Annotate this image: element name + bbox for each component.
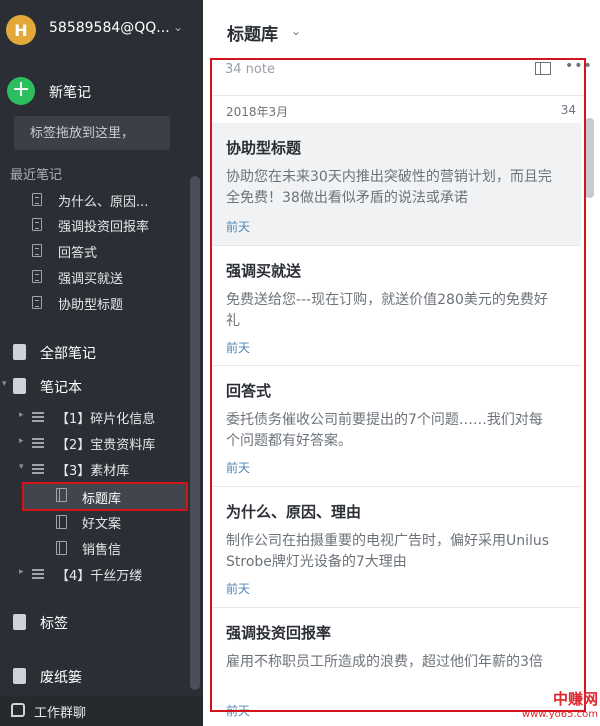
watermark-title: 中赚网 (552, 690, 598, 708)
notebook-label: 【4】千丝万缕 (56, 569, 143, 584)
notebook-label: 【3】素材库 (56, 464, 130, 479)
sidebar-item-trash[interactable]: 废纸篓 (0, 664, 188, 688)
stack-icon (32, 438, 44, 448)
sidebar-item-label: 废纸篓 (40, 670, 82, 686)
recent-item-label: 为什么、原因... (58, 195, 149, 210)
watermark-url: www.yo65.com (521, 709, 598, 720)
note-list-scrollbar[interactable] (585, 118, 594, 198)
chevron-right-icon[interactable]: ▸ (19, 567, 24, 577)
tag-icon (13, 614, 26, 630)
note-icon (32, 193, 42, 206)
work-chat-label: 工作群聊 (34, 706, 87, 721)
sidebar: H 58589584@QQ... ⌄ + 新笔记 标签拖放到这里， 最近笔记 为… (0, 0, 203, 726)
recent-item-label: 回答式 (58, 246, 98, 261)
recent-item[interactable]: 为什么、原因... (32, 191, 192, 211)
notebook-label: 【1】碎片化信息 (56, 412, 156, 427)
notebook-label: 好文案 (82, 517, 122, 532)
list-highlight-frame (210, 58, 586, 712)
sidebar-item-label: 标签 (40, 616, 68, 632)
stack-icon (32, 464, 44, 474)
note-icon (32, 270, 42, 283)
notebook-stack-2[interactable]: ▸ 【2】宝贵资料库 (0, 432, 188, 454)
recent-item[interactable]: 强调投资回报率 (32, 216, 192, 236)
note-icon (32, 218, 42, 231)
new-note-button[interactable]: + 新笔记 (0, 75, 203, 107)
account-name[interactable]: 58589584@QQ... (49, 20, 170, 36)
notebook-sales-letter[interactable]: 销售信 (0, 537, 188, 559)
watermark: 中赚网 www.yo65.com (518, 688, 598, 722)
chat-icon (11, 703, 25, 717)
sidebar-scrollbar[interactable] (190, 176, 200, 690)
new-note-label: 新笔记 (49, 85, 91, 101)
recent-item-label: 协助型标题 (58, 298, 124, 313)
notebook-label: 销售信 (82, 543, 122, 558)
sidebar-item-label: 全部笔记 (40, 346, 96, 362)
selection-highlight (22, 482, 188, 511)
notebook-icon (56, 515, 67, 529)
note-icon (32, 244, 42, 257)
notebook-label: 【2】宝贵资料库 (56, 438, 156, 453)
notebook-good-copy[interactable]: 好文案 (0, 511, 188, 533)
account-header[interactable]: H 58589584@QQ... ⌄ (0, 0, 203, 60)
recent-item[interactable]: 强调买就送 (32, 268, 192, 288)
avatar[interactable]: H (6, 15, 36, 45)
sidebar-item-all-notes[interactable]: 全部笔记 (0, 340, 188, 364)
note-icon (32, 296, 42, 309)
chevron-down-icon[interactable]: ⌄ (173, 20, 183, 34)
work-chat-button[interactable]: 工作群聊 (0, 696, 203, 726)
notebook-stack-1[interactable]: ▸ 【1】碎片化信息 (0, 406, 188, 428)
shortcuts-drop-hint: 标签拖放到这里， (14, 116, 170, 150)
recent-item-label: 强调投资回报率 (58, 220, 150, 235)
chevron-down-icon[interactable]: ▾ (19, 462, 24, 472)
sidebar-item-notebooks[interactable]: ▾ 笔记本 (0, 374, 188, 398)
chevron-right-icon[interactable]: ▸ (19, 410, 24, 420)
notebook-icon (13, 378, 26, 394)
trash-icon (13, 668, 26, 684)
recent-notes-label: 最近笔记 (10, 168, 63, 183)
chevron-right-icon[interactable]: ▸ (19, 436, 24, 446)
plus-icon: + (7, 77, 35, 105)
notes-icon (13, 344, 26, 360)
sidebar-item-tags[interactable]: 标签 (0, 610, 188, 634)
notebook-stack-3[interactable]: ▾ 【3】素材库 (0, 458, 188, 480)
stack-icon (32, 412, 44, 422)
notebook-stack-4[interactable]: ▸ 【4】千丝万缕 (0, 563, 188, 585)
chevron-down-icon[interactable]: ⌄ (291, 24, 301, 38)
recent-item[interactable]: 协助型标题 (32, 294, 192, 314)
chevron-down-icon[interactable]: ▾ (2, 379, 7, 389)
stack-icon (32, 569, 44, 579)
sidebar-item-label: 笔记本 (40, 380, 82, 396)
recent-item[interactable]: 回答式 (32, 242, 192, 262)
page-title[interactable]: 标题库 (227, 20, 278, 45)
notebook-icon (56, 541, 67, 555)
recent-item-label: 强调买就送 (58, 272, 124, 287)
